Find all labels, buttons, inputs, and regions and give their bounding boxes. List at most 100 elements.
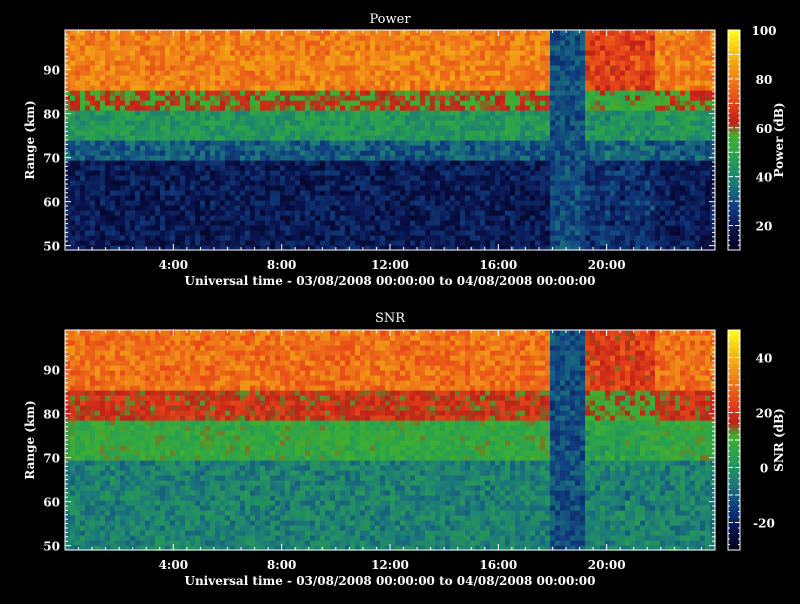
heatmap-cell bbox=[485, 85, 491, 91]
heatmap-cell bbox=[255, 80, 261, 86]
heatmap-cell bbox=[395, 230, 401, 236]
heatmap-cell bbox=[535, 95, 541, 101]
heatmap-cell bbox=[445, 210, 451, 216]
heatmap-cell bbox=[550, 185, 556, 191]
heatmap-cell bbox=[450, 170, 456, 176]
heatmap-cell bbox=[325, 140, 331, 146]
heatmap-cell bbox=[575, 55, 581, 61]
heatmap-cell bbox=[235, 75, 241, 81]
heatmap-cell bbox=[270, 100, 276, 106]
heatmap-cell bbox=[425, 195, 431, 201]
heatmap-cell bbox=[75, 185, 81, 191]
heatmap-cell bbox=[470, 115, 476, 121]
heatmap-cell bbox=[145, 65, 151, 71]
heatmap-cell bbox=[110, 65, 116, 71]
heatmap-cell bbox=[205, 110, 211, 116]
heatmap-cell bbox=[580, 110, 586, 116]
heatmap-cell bbox=[185, 200, 191, 206]
heatmap-cell bbox=[125, 170, 131, 176]
heatmap-cell bbox=[385, 55, 391, 61]
heatmap-cell bbox=[65, 215, 71, 221]
heatmap-cell bbox=[70, 120, 76, 126]
heatmap-cell bbox=[145, 40, 151, 46]
heatmap-cell bbox=[170, 160, 176, 166]
heatmap-cell bbox=[380, 150, 386, 156]
heatmap-cell bbox=[520, 125, 526, 131]
heatmap-cell bbox=[460, 165, 466, 171]
heatmap-cell bbox=[420, 90, 426, 96]
heatmap-cell bbox=[165, 235, 171, 241]
heatmap-cell bbox=[520, 140, 526, 146]
heatmap-cell bbox=[460, 145, 466, 151]
heatmap-cell bbox=[130, 110, 136, 116]
heatmap-cell bbox=[385, 225, 391, 231]
heatmap-cell bbox=[485, 175, 491, 181]
heatmap-cell bbox=[525, 50, 531, 56]
heatmap-cell bbox=[305, 80, 311, 86]
heatmap-cell bbox=[155, 35, 161, 41]
heatmap-cell bbox=[560, 95, 566, 101]
heatmap-cell bbox=[290, 185, 296, 191]
heatmap-cell bbox=[290, 120, 296, 126]
heatmap-cell bbox=[435, 205, 441, 211]
heatmap-cell bbox=[425, 185, 431, 191]
heatmap-cell bbox=[365, 215, 371, 221]
heatmap-cell bbox=[595, 80, 601, 86]
heatmap-cell bbox=[325, 145, 331, 151]
heatmap-cell bbox=[100, 70, 106, 76]
heatmap-cell bbox=[405, 95, 411, 101]
heatmap-cell bbox=[360, 115, 366, 121]
heatmap-cell bbox=[260, 155, 266, 161]
heatmap-cell bbox=[275, 230, 281, 236]
heatmap-cell bbox=[430, 150, 436, 156]
heatmap-cell bbox=[560, 210, 566, 216]
heatmap-cell bbox=[385, 135, 391, 141]
heatmap-cell bbox=[415, 235, 421, 241]
heatmap-cell bbox=[275, 130, 281, 136]
heatmap-cell bbox=[180, 120, 186, 126]
heatmap-cell bbox=[185, 75, 191, 81]
heatmap-cell bbox=[85, 205, 91, 211]
heatmap-cell bbox=[280, 85, 286, 91]
heatmap-cell bbox=[350, 135, 356, 141]
heatmap-cell bbox=[550, 125, 556, 131]
heatmap-cell bbox=[625, 60, 631, 66]
heatmap-cell bbox=[165, 130, 171, 136]
heatmap-cell bbox=[155, 160, 161, 166]
heatmap-cell bbox=[500, 100, 506, 106]
heatmap-cell bbox=[185, 160, 191, 166]
heatmap-cell bbox=[180, 190, 186, 196]
heatmap-cell bbox=[535, 110, 541, 116]
heatmap-cell bbox=[160, 215, 166, 221]
heatmap-cell bbox=[320, 115, 326, 121]
heatmap-cell bbox=[595, 135, 601, 141]
heatmap-cell bbox=[90, 100, 96, 106]
heatmap-cell bbox=[115, 120, 121, 126]
heatmap-cell bbox=[360, 100, 366, 106]
heatmap-cell bbox=[280, 170, 286, 176]
heatmap-cell bbox=[595, 90, 601, 96]
heatmap-cell bbox=[605, 30, 611, 36]
heatmap-cell bbox=[575, 125, 581, 131]
heatmap-cell bbox=[370, 185, 376, 191]
heatmap-cell bbox=[65, 50, 71, 56]
heatmap-cell bbox=[345, 65, 351, 71]
heatmap-cell bbox=[125, 45, 131, 51]
heatmap-cell bbox=[485, 115, 491, 121]
heatmap-cell bbox=[280, 155, 286, 161]
heatmap-cell bbox=[475, 235, 481, 241]
heatmap-cell bbox=[535, 240, 541, 246]
heatmap-cell bbox=[605, 150, 611, 156]
heatmap-cell bbox=[335, 70, 341, 76]
heatmap-cell bbox=[260, 100, 266, 106]
heatmap-cell bbox=[595, 45, 601, 51]
heatmap-cell bbox=[470, 80, 476, 86]
heatmap-cell bbox=[100, 50, 106, 56]
heatmap-cell bbox=[370, 40, 376, 46]
heatmap-cell bbox=[260, 180, 266, 186]
heatmap-cell bbox=[555, 230, 561, 236]
heatmap-cell bbox=[170, 35, 176, 41]
heatmap-cell bbox=[420, 50, 426, 56]
heatmap-cell bbox=[565, 190, 571, 196]
heatmap-cell bbox=[120, 225, 126, 231]
